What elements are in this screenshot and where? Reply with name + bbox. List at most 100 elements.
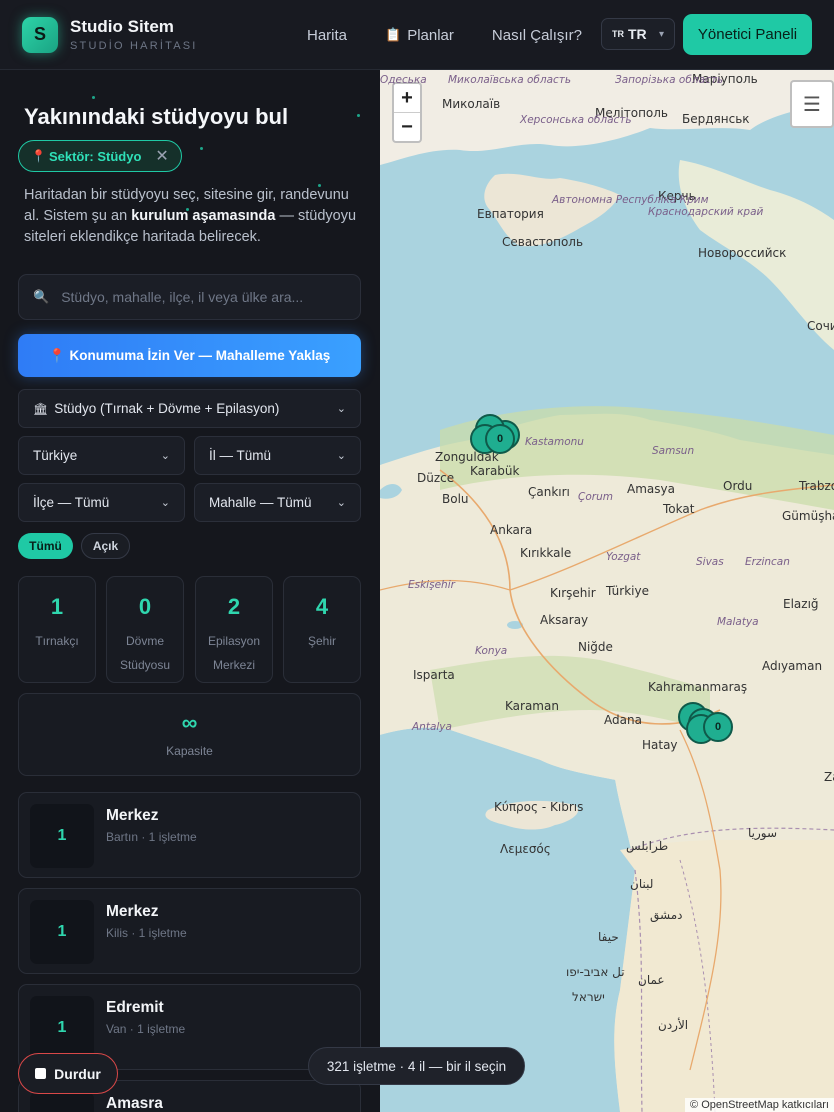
map-cluster-bartin[interactable]: 0	[485, 424, 515, 454]
search-icon: 🔍	[33, 289, 50, 304]
brand-title: Studio Sitem	[70, 17, 174, 36]
city-label: تل אביב-יפו	[566, 965, 625, 979]
region-label: Краснодарский край	[648, 206, 764, 218]
city-label: Λεμεσός	[500, 842, 551, 856]
city-label: Новороссийск	[698, 246, 787, 260]
chevron-down-icon: ⌄	[336, 403, 346, 415]
region-label: Миколаївська область	[448, 74, 572, 86]
city-label: Gümüşhane	[782, 509, 834, 523]
flag-icon: TR	[612, 29, 624, 39]
item-name: Edremit	[106, 999, 164, 1016]
pause-button[interactable]: Durdur	[18, 1053, 118, 1094]
chevron-down-icon: ⌄	[336, 497, 346, 509]
close-icon[interactable]: ✕	[155, 146, 168, 166]
district-select[interactable]: İlçe — Tümü ⌄	[18, 483, 185, 522]
zoom-out-button[interactable]: −	[394, 113, 420, 142]
count-badge: 1	[30, 996, 94, 1060]
search-placeholder: Stüdyo, mahalle, ilçe, il veya ülke ara.…	[61, 289, 304, 305]
chip-label: Sektör: Stüdyo	[48, 148, 142, 164]
city-label: Türkiye	[606, 584, 649, 598]
region-label: Херсонська область	[520, 114, 632, 126]
city-label: Севастополь	[502, 235, 584, 249]
region-label: Sivas	[696, 556, 724, 568]
city-label: Миколаїв	[442, 97, 501, 111]
clipboard-icon: 📋	[385, 27, 402, 42]
city-label: Tokat	[663, 502, 695, 516]
item-name: Merkez	[106, 807, 159, 824]
city-label: حيفا	[598, 930, 619, 944]
city-label: Karaman	[505, 699, 559, 713]
province-select[interactable]: İl — Tümü ⌄	[194, 436, 361, 475]
city-label: Trabzon	[799, 479, 834, 493]
region-label: Запорізька область	[615, 74, 724, 86]
neighborhood-select[interactable]: Mahalle — Tümü ⌄	[194, 483, 361, 522]
city-label: عمان	[638, 973, 665, 987]
count-badge: 1	[30, 900, 94, 964]
filter-all-toggle[interactable]: Tümü	[18, 533, 73, 559]
city-label: Amasya	[627, 482, 675, 496]
list-item[interactable]: 1 Merkez Bartın · 1 işletme	[18, 792, 361, 878]
city-label: الأردن	[658, 1018, 689, 1032]
zoom-in-button[interactable]: +	[394, 84, 420, 113]
language-value: TR	[628, 26, 647, 42]
decor-dot	[200, 147, 203, 150]
stat-card-city: 4 Şehir	[283, 576, 361, 683]
nav-map[interactable]: Harita	[307, 27, 347, 44]
chevron-down-icon: ⌄	[336, 450, 346, 462]
city-label: طرابلس	[626, 839, 669, 853]
sidebar: Yakınındaki stüdyoyu bul 📍 Sektör: Stüdy…	[0, 70, 380, 1112]
item-name: Amasra	[106, 1095, 163, 1112]
stat-card-tattoo: 0 Dövme Stüdyosu	[106, 576, 184, 683]
city-label: Aksaray	[540, 613, 589, 627]
city-label: Ordu	[723, 479, 753, 493]
nav-how-it-works[interactable]: Nasıl Çalışır?	[492, 27, 582, 44]
city-label: Bolu	[442, 492, 469, 506]
sector-select[interactable]: 🏛 Stüdyo (Tırnak + Dövme + Epilasyon) ⌄	[18, 389, 361, 428]
zoom-control: + −	[392, 82, 422, 143]
chevron-down-icon: ⌄	[160, 497, 170, 509]
count-badge: 1	[30, 804, 94, 868]
city-label: Çankırı	[528, 485, 570, 499]
locate-me-button[interactable]: 📍 Konumuma İzin Ver — Mahalleme Yaklaş	[18, 334, 361, 377]
map-canvas[interactable]: + − ☰ Миколаїв Мелітополь Маріуполь Берд…	[380, 70, 834, 1112]
region-label: Antalya	[412, 721, 452, 733]
stat-card-epilation: 2 Epilasyon Merkezi	[195, 576, 273, 683]
city-label: Евпатория	[477, 207, 544, 221]
city-label: Elazığ	[783, 597, 819, 611]
region-label: Одеська	[380, 74, 427, 86]
city-label: سوريا	[748, 826, 778, 840]
sector-filter-chip[interactable]: 📍 Sektör: Stüdyo ✕	[18, 140, 182, 172]
search-input[interactable]: 🔍 Stüdyo, mahalle, ilçe, il veya ülke ar…	[18, 274, 361, 320]
status-pill: 321 işletme · 4 il — bir il seçin	[308, 1047, 525, 1085]
city-label: Adana	[604, 713, 642, 727]
nav-plans[interactable]: 📋 Planlar	[385, 27, 454, 44]
brand: Studio Sitem STUDİO HARİTASI	[70, 17, 198, 52]
region-label: Kastamonu	[525, 436, 584, 448]
language-select[interactable]: TR TR ▾	[601, 18, 675, 50]
building-icon: 🏛	[33, 401, 49, 416]
count-badge: 1	[30, 1092, 94, 1112]
city-label: Бердянськ	[682, 112, 750, 126]
layers-button[interactable]: ☰	[790, 80, 834, 128]
city-label: Ankara	[490, 523, 533, 537]
region-label: Konya	[475, 645, 508, 657]
city-label: Isparta	[413, 668, 455, 682]
filter-open-toggle[interactable]: Açık	[81, 533, 130, 559]
admin-panel-button[interactable]: Yönetici Paneli	[683, 14, 812, 55]
app-logo[interactable]: S	[22, 16, 58, 53]
region-label: Yozgat	[606, 551, 641, 563]
chevron-down-icon: ⌄	[160, 450, 170, 462]
map-cluster-kilis[interactable]: 0	[703, 712, 733, 742]
country-select[interactable]: Türkiye ⌄	[18, 436, 185, 475]
city-label: Κύπρος - Kıbrıs	[494, 800, 584, 814]
item-subtitle: Van · 1 işletme	[106, 1022, 186, 1036]
city-label: Kırıkkale	[520, 546, 572, 560]
region-label: Eskişehir	[408, 579, 455, 591]
map-attribution[interactable]: © OpenStreetMap katkıcıları	[685, 1098, 834, 1112]
top-header: S Studio Sitem STUDİO HARİTASI Harita 📋 P…	[0, 0, 834, 70]
region-label: Samsun	[652, 445, 695, 457]
list-item[interactable]: 1 Merkez Kilis · 1 işletme	[18, 888, 361, 974]
city-label: ישראל	[572, 990, 605, 1004]
region-label: Erzincan	[745, 556, 790, 568]
city-label: Niğde	[578, 640, 613, 654]
